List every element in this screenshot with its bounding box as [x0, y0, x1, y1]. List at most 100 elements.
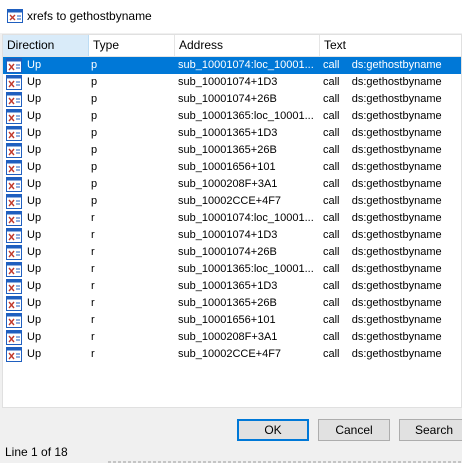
cell-direction: Up: [27, 348, 42, 360]
cell-type: p: [91, 161, 98, 173]
cell-direction: Up: [27, 59, 42, 71]
column-header-text[interactable]: Text: [320, 35, 461, 56]
cell-text: call ds:gethostbyname: [323, 212, 442, 224]
cell-direction: Up: [27, 76, 42, 88]
table-row[interactable]: Up p sub_10001074+26B call ds:gethostbyname: [3, 91, 461, 108]
table-row[interactable]: Up p sub_10001365:loc_10001... call ds:geth…: [3, 108, 461, 125]
cell-text: call ds:gethostbyname: [323, 246, 442, 258]
cell-text: call ds:gethostbyname: [323, 229, 442, 241]
cell-address: sub_10001074:loc_10001...: [178, 59, 314, 71]
xref-icon: [6, 143, 22, 158]
cell-text: call ds:gethostbyname: [323, 263, 442, 275]
cell-direction: Up: [27, 144, 42, 156]
table-row[interactable]: Up r sub_10001656+101 call ds:gethostbyname: [3, 312, 461, 329]
xref-icon: [6, 126, 22, 141]
table-row[interactable]: Up r sub_10001074+26B call ds:gethostbyname: [3, 244, 461, 261]
cell-direction: Up: [27, 93, 42, 105]
cell-type: r: [91, 229, 95, 241]
cell-type: p: [91, 144, 98, 156]
cell-type: p: [91, 93, 98, 105]
table-row[interactable]: Up r sub_10001365:loc_10001... call ds:geth…: [3, 261, 461, 278]
cell-direction: Up: [27, 314, 42, 326]
window-bottom-edge: [108, 461, 462, 463]
table-row[interactable]: Up r sub_1000208F+3A1 call ds:gethostbyname: [3, 329, 461, 346]
cell-direction: Up: [27, 195, 42, 207]
table-row[interactable]: Up r sub_10002CCE+4F7 call ds:gethostbyname: [3, 346, 461, 363]
cell-type: r: [91, 331, 95, 343]
xrefs-window-icon: [7, 9, 23, 23]
xref-icon: [6, 279, 22, 294]
title-bar: xrefs to gethostbyname: [0, 0, 462, 33]
cell-address: sub_10001656+101: [178, 314, 276, 326]
xref-icon: [6, 160, 22, 175]
xref-icon: [6, 211, 22, 226]
cell-type: r: [91, 246, 95, 258]
column-header-direction[interactable]: Direction: [3, 35, 89, 56]
cell-type: r: [91, 314, 95, 326]
xref-icon: [6, 296, 22, 311]
cell-address: sub_10001656+101: [178, 161, 276, 173]
cell-text: call ds:gethostbyname: [323, 127, 442, 139]
table-row[interactable]: Up r sub_10001074:loc_10001... call ds:geth…: [3, 210, 461, 227]
cell-address: sub_10002CCE+4F7: [178, 348, 282, 360]
table-row[interactable]: Up p sub_1000208F+3A1 call ds:gethostbyname: [3, 176, 461, 193]
table-row[interactable]: Up p sub_10002CCE+4F7 call ds:gethostbyname: [3, 193, 461, 210]
cell-address: sub_10001365+26B: [178, 144, 277, 156]
cell-address: sub_10001365:loc_10001...: [178, 110, 314, 122]
cell-type: p: [91, 195, 98, 207]
cell-text: call ds:gethostbyname: [323, 161, 442, 173]
table-row[interactable]: Up r sub_10001074+1D3 call ds:gethostbyname: [3, 227, 461, 244]
cell-address: sub_10002CCE+4F7: [178, 195, 282, 207]
cell-address: sub_10001365+1D3: [178, 127, 278, 139]
cell-type: r: [91, 280, 95, 292]
cell-address: sub_10001365+1D3: [178, 280, 278, 292]
xref-icon: [6, 347, 22, 362]
cell-text: call ds:gethostbyname: [323, 178, 442, 190]
table-row[interactable]: Up p sub_10001074+1D3 call ds:gethostbyname: [3, 74, 461, 91]
cell-address: sub_1000208F+3A1: [178, 178, 278, 190]
table-row[interactable]: Up p sub_10001074:loc_10001... call ds:geth…: [3, 57, 461, 74]
ok-button[interactable]: OK: [237, 419, 309, 441]
cell-direction: Up: [27, 127, 42, 139]
cell-address: sub_10001074+26B: [178, 93, 277, 105]
cell-text: call ds:gethostbyname: [323, 314, 442, 326]
cell-type: r: [91, 297, 95, 309]
xref-icon: [6, 177, 22, 192]
xref-icon: [6, 92, 22, 107]
column-header-type[interactable]: Type: [89, 35, 175, 56]
xref-icon: [6, 75, 22, 90]
list-header: Direction Type Address Text: [3, 35, 461, 57]
cancel-button[interactable]: Cancel: [318, 419, 390, 441]
table-row[interactable]: Up p sub_10001365+26B call ds:gethostbyname: [3, 142, 461, 159]
search-button[interactable]: Search: [399, 419, 462, 441]
cell-direction: Up: [27, 212, 42, 224]
cell-type: p: [91, 127, 98, 139]
table-row[interactable]: Up p sub_10001365+1D3 call ds:gethostbyname: [3, 125, 461, 142]
window-title: xrefs to gethostbyname: [27, 9, 152, 23]
cell-direction: Up: [27, 246, 42, 258]
cell-address: sub_1000208F+3A1: [178, 331, 278, 343]
cell-type: p: [91, 59, 98, 71]
cell-address: sub_10001074+26B: [178, 246, 277, 258]
cell-direction: Up: [27, 280, 42, 292]
xref-icon: [6, 109, 22, 124]
table-row[interactable]: Up r sub_10001365+26B call ds:gethostbyname: [3, 295, 461, 312]
status-line-count: Line 1 of 18: [5, 445, 68, 459]
cell-text: call ds:gethostbyname: [323, 144, 442, 156]
table-row[interactable]: Up r sub_10001365+1D3 call ds:gethostbyname: [3, 278, 461, 295]
cell-address: sub_10001074:loc_10001...: [178, 212, 314, 224]
column-header-address[interactable]: Address: [175, 35, 320, 56]
xref-icon: [6, 245, 22, 260]
cell-type: p: [91, 76, 98, 88]
cell-text: call ds:gethostbyname: [323, 59, 442, 71]
table-row[interactable]: Up p sub_10001656+101 call ds:gethostbyname: [3, 159, 461, 176]
xrefs-list[interactable]: Direction Type Address Text Up p sub_10001…: [2, 34, 462, 408]
cell-address: sub_10001074+1D3: [178, 76, 278, 88]
xref-icon: [6, 58, 22, 73]
cell-direction: Up: [27, 229, 42, 241]
cell-text: call ds:gethostbyname: [323, 195, 442, 207]
cell-text: call ds:gethostbyname: [323, 76, 442, 88]
cell-text: call ds:gethostbyname: [323, 93, 442, 105]
cell-direction: Up: [27, 110, 42, 122]
cell-address: sub_10001074+1D3: [178, 229, 278, 241]
